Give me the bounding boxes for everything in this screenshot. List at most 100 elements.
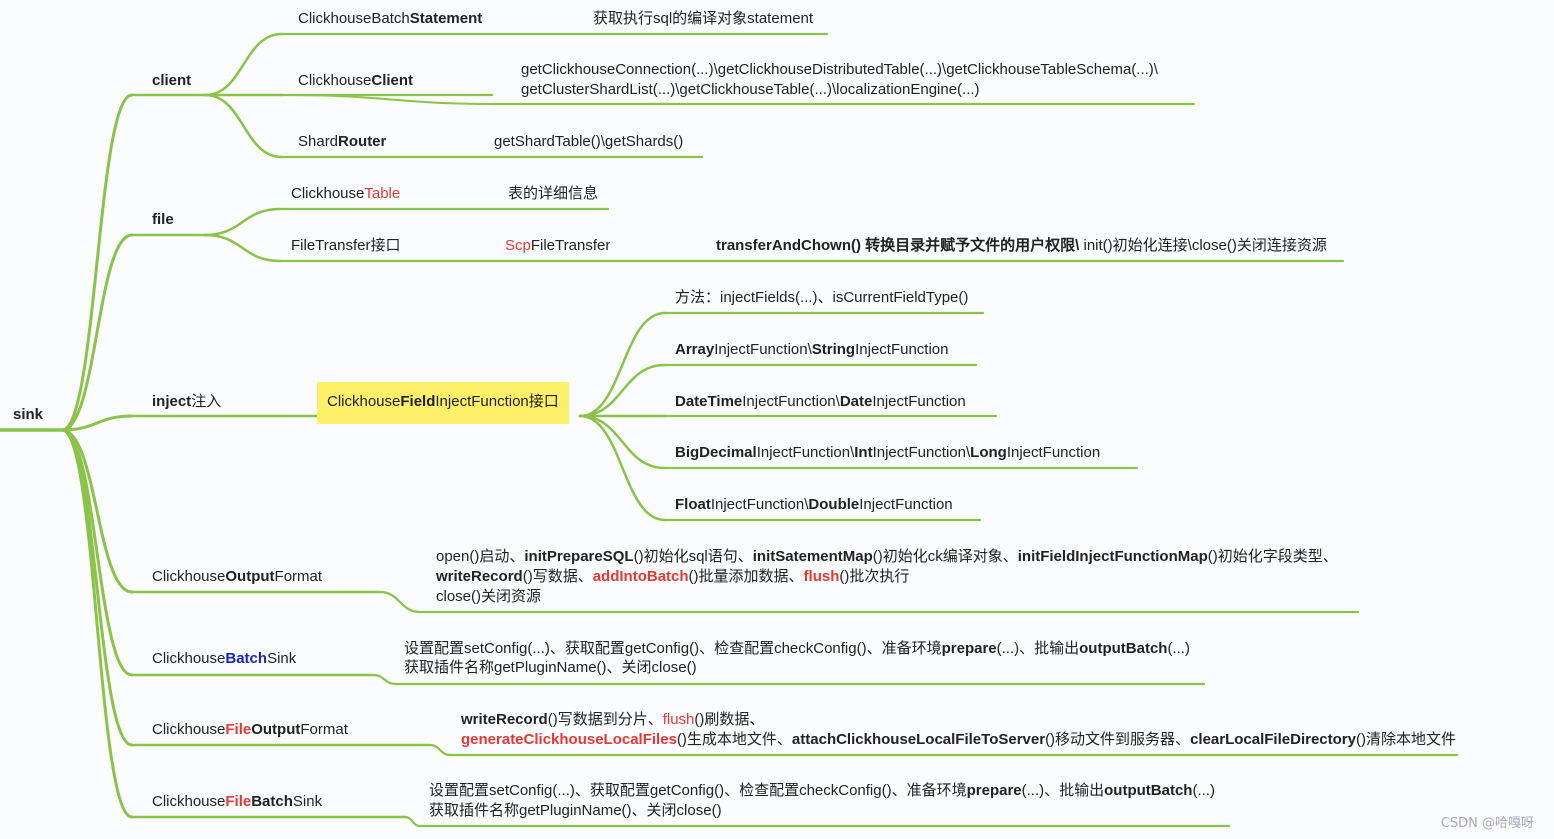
label-prefix: Clickhouse [152,721,226,738]
node-file-batch-sink[interactable]: ClickhouseFileBatchSink [152,792,322,812]
node-clickhouse-table[interactable]: ClickhouseTable [291,184,400,204]
branch-line [378,590,422,614]
label-prefix: Shard [298,133,339,150]
branch-line [578,414,667,522]
text-run: Double [808,496,860,513]
desc-batch-sink-line2: 获取插件名称getPluginName()、关闭close() [404,658,697,678]
text-run: ()初始化sql语句、 [633,548,753,565]
node-batch-sink[interactable]: ClickhouseBatchSink [152,649,296,669]
desc-output-format-line3: close()关闭资源 [436,587,541,607]
label-bold: Statement [409,10,483,27]
node-file-transfer[interactable]: FileTransfer接口 [291,236,400,256]
branch-line [403,815,422,828]
label-red: Table [364,185,401,202]
text-run: ()移动文件到服务器、 [1045,731,1191,748]
text-run: outputBatch [1079,640,1168,657]
label-prefix: Clickhouse [152,568,226,585]
node-shard-router[interactable]: ShardRouter [298,132,386,152]
label-bold: Router [338,133,387,150]
text-run: initSatementMap [752,548,873,565]
node-scp-file-transfer[interactable]: ScpFileTransfer [505,236,610,256]
node-output-format[interactable]: ClickhouseOutputFormat [152,567,322,587]
text-run: 设置配置setConfig(...)、获取配置getConfig()、检查配置c… [404,640,942,657]
inject-item[interactable]: DateTimeInjectFunction\DateInjectFunctio… [675,392,966,412]
desc-client-line1: getClickhouseConnection(...)\getClickhou… [521,61,1158,78]
text-run: addIntoBatch [592,568,689,585]
label-prefix: Clickhouse [298,72,372,89]
text-run: ()初始化ck编译对象、 [872,548,1018,565]
label-bold: inject [152,393,192,410]
inject-item[interactable]: ArrayInjectFunction\StringInjectFunction [675,340,949,360]
text-run: (...)、批输出 [1021,782,1105,799]
desc-output-format-line2: writeRecord()写数据、addIntoBatch()批量添加数据、fl… [436,567,909,587]
node-inject[interactable]: inject注入 [152,392,221,412]
text-run: flush [803,568,840,585]
text-run: (...) [1167,640,1190,657]
label-prefix: Clickhouse [327,393,401,410]
desc-clickhouse-table: 表的详细信息 [508,185,599,202]
text-run: generateClickhouseLocalFiles [461,731,677,748]
text-run: InjectFunction [1006,444,1101,461]
desc-output-format-line1: open()启动、initPrepareSQL()初始化sql语句、initSa… [436,547,1338,567]
text-run: 设置配置setConfig(...)、获取配置getConfig()、检查配置c… [429,782,967,799]
label-rest: Format [300,721,348,738]
text-run: Date [839,393,873,410]
text-run: ()初始化字段类型、 [1207,548,1338,565]
inject-item[interactable]: 方法：injectFields(...)、isCurrentFieldType(… [675,288,968,308]
text-run: ()批次执行 [839,568,910,585]
inject-item[interactable]: BigDecimalInjectFunction\IntInjectFuncti… [675,443,1100,463]
label-bold: Output [251,721,301,738]
node-file[interactable]: file [152,210,174,230]
node-field-inject-interface[interactable]: ClickhouseFieldInjectFunction接口 [317,382,569,424]
text-run: InjectFunction\ [756,444,855,461]
text-run: writeRecord [436,568,523,585]
text-run: initPrepareSQL [524,548,634,565]
node-clickhouse-client[interactable]: ClickhouseClient [298,71,413,91]
desc-scp-file-transfer: transferAndChown() 转换目录并赋予文件的用户权限\ init(… [716,236,1327,256]
text-run: InjectFunction [855,341,949,358]
text-run: InjectFunction [859,496,953,513]
text-run: Array [675,341,715,358]
label-red: File [225,721,252,738]
text-run: String [811,341,856,358]
text-run: DateTime [675,393,743,410]
text-run: (...)、批输出 [996,640,1080,657]
text-run: 获取插件名称getPluginName()、关闭close() [404,659,697,676]
label-rest: InjectFunction接口 [435,393,559,410]
label-red: File [225,793,252,810]
branch-line [578,414,667,470]
node-client[interactable]: client [152,71,191,91]
desc-file-output-format-line1: writeRecord()写数据到分片、flush()刷数据、 [461,710,764,730]
branch-line [203,207,282,237]
desc-batch-sink-line1: 设置配置setConfig(...)、获取配置getConfig()、检查配置c… [404,639,1190,659]
label-bold: Batch [251,793,293,810]
desc-rest: init()初始化连接\close()关闭连接资源 [1079,237,1327,254]
branch-line [578,311,667,418]
text-run: outputBatch [1104,782,1193,799]
label-red: Scp [505,237,531,254]
label-blue: Batch [225,650,268,667]
desc-file-batch-sink-line2: 获取插件名称getPluginName()、关闭close() [429,801,722,821]
inject-item[interactable]: FloatInjectFunction\DoubleInjectFunction [675,495,953,515]
node-batch-statement[interactable]: ClickhouseBatchStatement [298,9,482,29]
desc-file-output-format-line2: generateClickhouseLocalFiles()生成本地文件、att… [461,730,1456,750]
root-node[interactable]: sink [13,405,43,425]
branch-line [281,94,501,105]
label-prefix: Clickhouse [152,650,226,667]
text-run: InjectFunction\ [872,444,971,461]
label-rest: Sink [267,650,297,667]
text-run: Float [675,496,711,513]
text-run: InjectFunction\ [710,496,809,513]
text-run: clearLocalFileDirectory [1190,731,1356,748]
text-run: attachClickhouseLocalFileToServer [791,731,1046,748]
text-run: ()写数据、 [522,568,593,585]
text-run: BigDecimal [675,444,757,461]
node-file-output-format[interactable]: ClickhouseFileOutputFormat [152,720,348,740]
branch-line [203,93,284,159]
label-rest: Format [274,568,323,585]
text-run: writeRecord [461,711,548,728]
text-run: ()刷数据、 [694,711,765,728]
branch-line [428,743,452,757]
mindmap-branches [0,32,1459,828]
label-rest: Sink [292,793,323,810]
